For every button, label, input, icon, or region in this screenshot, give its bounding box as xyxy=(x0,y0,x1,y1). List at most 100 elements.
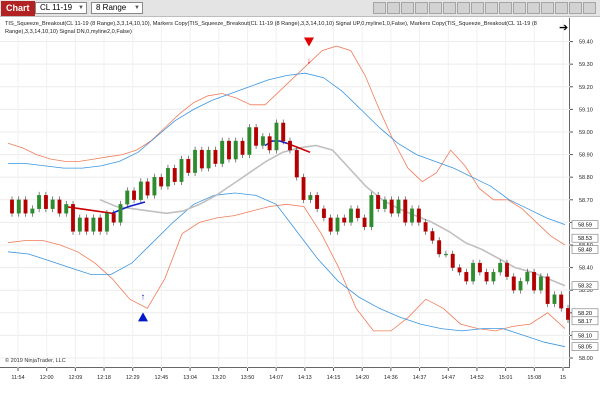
up-candle xyxy=(152,177,157,196)
crosshair-icon[interactable] xyxy=(457,2,470,14)
price-tick-label: 59.10 xyxy=(579,107,593,113)
time-tick-label: 14:20 xyxy=(355,375,369,381)
data-box-icon[interactable] xyxy=(499,2,512,14)
up-candle xyxy=(179,158,184,182)
down-candle xyxy=(505,262,509,277)
up-candle xyxy=(274,122,279,151)
indicator-label: TIS_Squeeze_Breakout(CL 11-19 (8 Range),… xyxy=(5,21,537,35)
snapshot-icon[interactable] xyxy=(569,2,582,14)
templates-icon[interactable] xyxy=(527,2,540,14)
up-candle xyxy=(260,136,265,146)
signal-up-arrow-icon: ↑ xyxy=(141,291,146,301)
down-candle xyxy=(484,271,489,282)
down-candle xyxy=(254,127,259,146)
time-tick-label: 14:47 xyxy=(441,375,455,381)
up-candle xyxy=(30,208,35,214)
chevron-down-icon: ▼ xyxy=(78,5,84,11)
down-candle xyxy=(511,276,516,291)
price-marker-label: 58.05 xyxy=(578,345,592,351)
up-candle xyxy=(349,208,353,223)
zoom-out-icon[interactable] xyxy=(401,2,414,14)
line-tool-icon[interactable] xyxy=(471,2,484,14)
down-candle xyxy=(376,195,381,209)
toolbar-icons xyxy=(373,2,596,15)
up-candle xyxy=(206,149,211,169)
time-tick-label: 14:15 xyxy=(327,375,341,381)
price-marker-label: 58.17 xyxy=(578,319,592,325)
time-tick-label: 12:09 xyxy=(68,375,82,381)
properties-icon[interactable] xyxy=(415,2,428,14)
price-tick-label: 59.30 xyxy=(579,62,593,68)
copyright-text: © 2019 NinjaTrader, LLC xyxy=(5,358,66,364)
down-candle xyxy=(457,267,462,273)
time-axis[interactable]: 11:54 12:00 12:09 12:18 12:29 12:45 13:04 13:20… xyxy=(0,368,600,400)
up-candle xyxy=(64,204,69,214)
share-icon[interactable] xyxy=(583,2,596,14)
zoom-in-icon[interactable] xyxy=(387,2,400,14)
chevron-down-icon: ▼ xyxy=(134,5,140,11)
indicators-icon[interactable] xyxy=(541,2,554,14)
up-candle xyxy=(335,217,340,232)
price-axis[interactable]: 59.40 59.30 59.20 59.10 59.00 58.90 58.80 58.70… xyxy=(570,18,600,368)
up-candle xyxy=(396,199,401,214)
bars-icon[interactable] xyxy=(373,2,386,14)
up-candle xyxy=(444,253,448,256)
time-tick-label: 15:08 xyxy=(527,375,541,381)
chart-tab[interactable]: Chart xyxy=(1,1,35,16)
price-marker-label: 58.10 xyxy=(578,333,592,339)
price-tick-label: 58.40 xyxy=(579,266,593,272)
chart-window: Chart CL 11-19 ▼ 8 Range ▼ ↑ ↓ TIS_Squee… xyxy=(0,0,600,400)
down-candle xyxy=(84,217,89,232)
price-marker-label: 58.59 xyxy=(578,223,592,229)
bar-type-value: 8 Range xyxy=(96,3,127,12)
down-candle xyxy=(315,195,320,209)
signal-down-arrow-icon: ↓ xyxy=(307,56,312,66)
time-tick-label: 12:29 xyxy=(126,375,140,381)
up-candle xyxy=(166,167,170,187)
text-tool-icon[interactable] xyxy=(485,2,498,14)
strategies-icon[interactable] xyxy=(555,2,568,14)
down-candle xyxy=(159,177,164,187)
price-plot: ↑↓ xyxy=(0,18,570,368)
down-candle xyxy=(172,167,177,182)
up-candle xyxy=(233,140,238,160)
down-candle xyxy=(301,177,306,200)
time-tick-label: 15:01 xyxy=(499,375,513,381)
bar-type-selector[interactable]: 8 Range ▼ xyxy=(91,2,143,14)
price-tick-label: 58.90 xyxy=(579,153,593,159)
down-candle xyxy=(430,231,435,241)
down-candle xyxy=(213,149,218,164)
price-tick-label: 58.00 xyxy=(579,356,593,362)
down-candle xyxy=(342,217,347,223)
up-candle xyxy=(471,262,476,282)
price-marker-label: 58.32 xyxy=(578,284,592,290)
up-candle xyxy=(138,181,143,200)
down-candle xyxy=(23,199,28,214)
drawing-tools-icon[interactable] xyxy=(429,2,442,14)
down-candle xyxy=(111,213,116,223)
down-candle xyxy=(71,204,75,232)
upper-outer-band xyxy=(7,45,566,246)
price-panel[interactable]: ↑ ↓ xyxy=(0,18,570,368)
down-candle xyxy=(403,199,408,223)
up-candle xyxy=(50,199,55,209)
time-tick-label: 13:20 xyxy=(212,375,226,381)
up-candle xyxy=(518,281,523,291)
time-tick-label: 14:36 xyxy=(384,375,398,381)
pointer-icon[interactable] xyxy=(443,2,456,14)
up-candle xyxy=(382,199,387,209)
up-candle xyxy=(308,195,313,200)
down-candle xyxy=(145,181,150,196)
time-tick-label: 14:07 xyxy=(269,375,283,381)
instrument-selector[interactable]: CL 11-19 ▼ xyxy=(35,2,87,14)
upper-inner-band xyxy=(8,72,566,225)
down-candle xyxy=(267,136,272,151)
chart-trader-icon[interactable] xyxy=(513,2,526,14)
down-candle xyxy=(437,240,442,255)
scroll-right-icon[interactable]: ➔ xyxy=(559,21,568,34)
up-candle xyxy=(104,213,109,232)
up-candle xyxy=(369,195,374,228)
up-candle xyxy=(193,149,198,173)
down-candle xyxy=(450,253,455,268)
up-candle xyxy=(491,271,496,282)
